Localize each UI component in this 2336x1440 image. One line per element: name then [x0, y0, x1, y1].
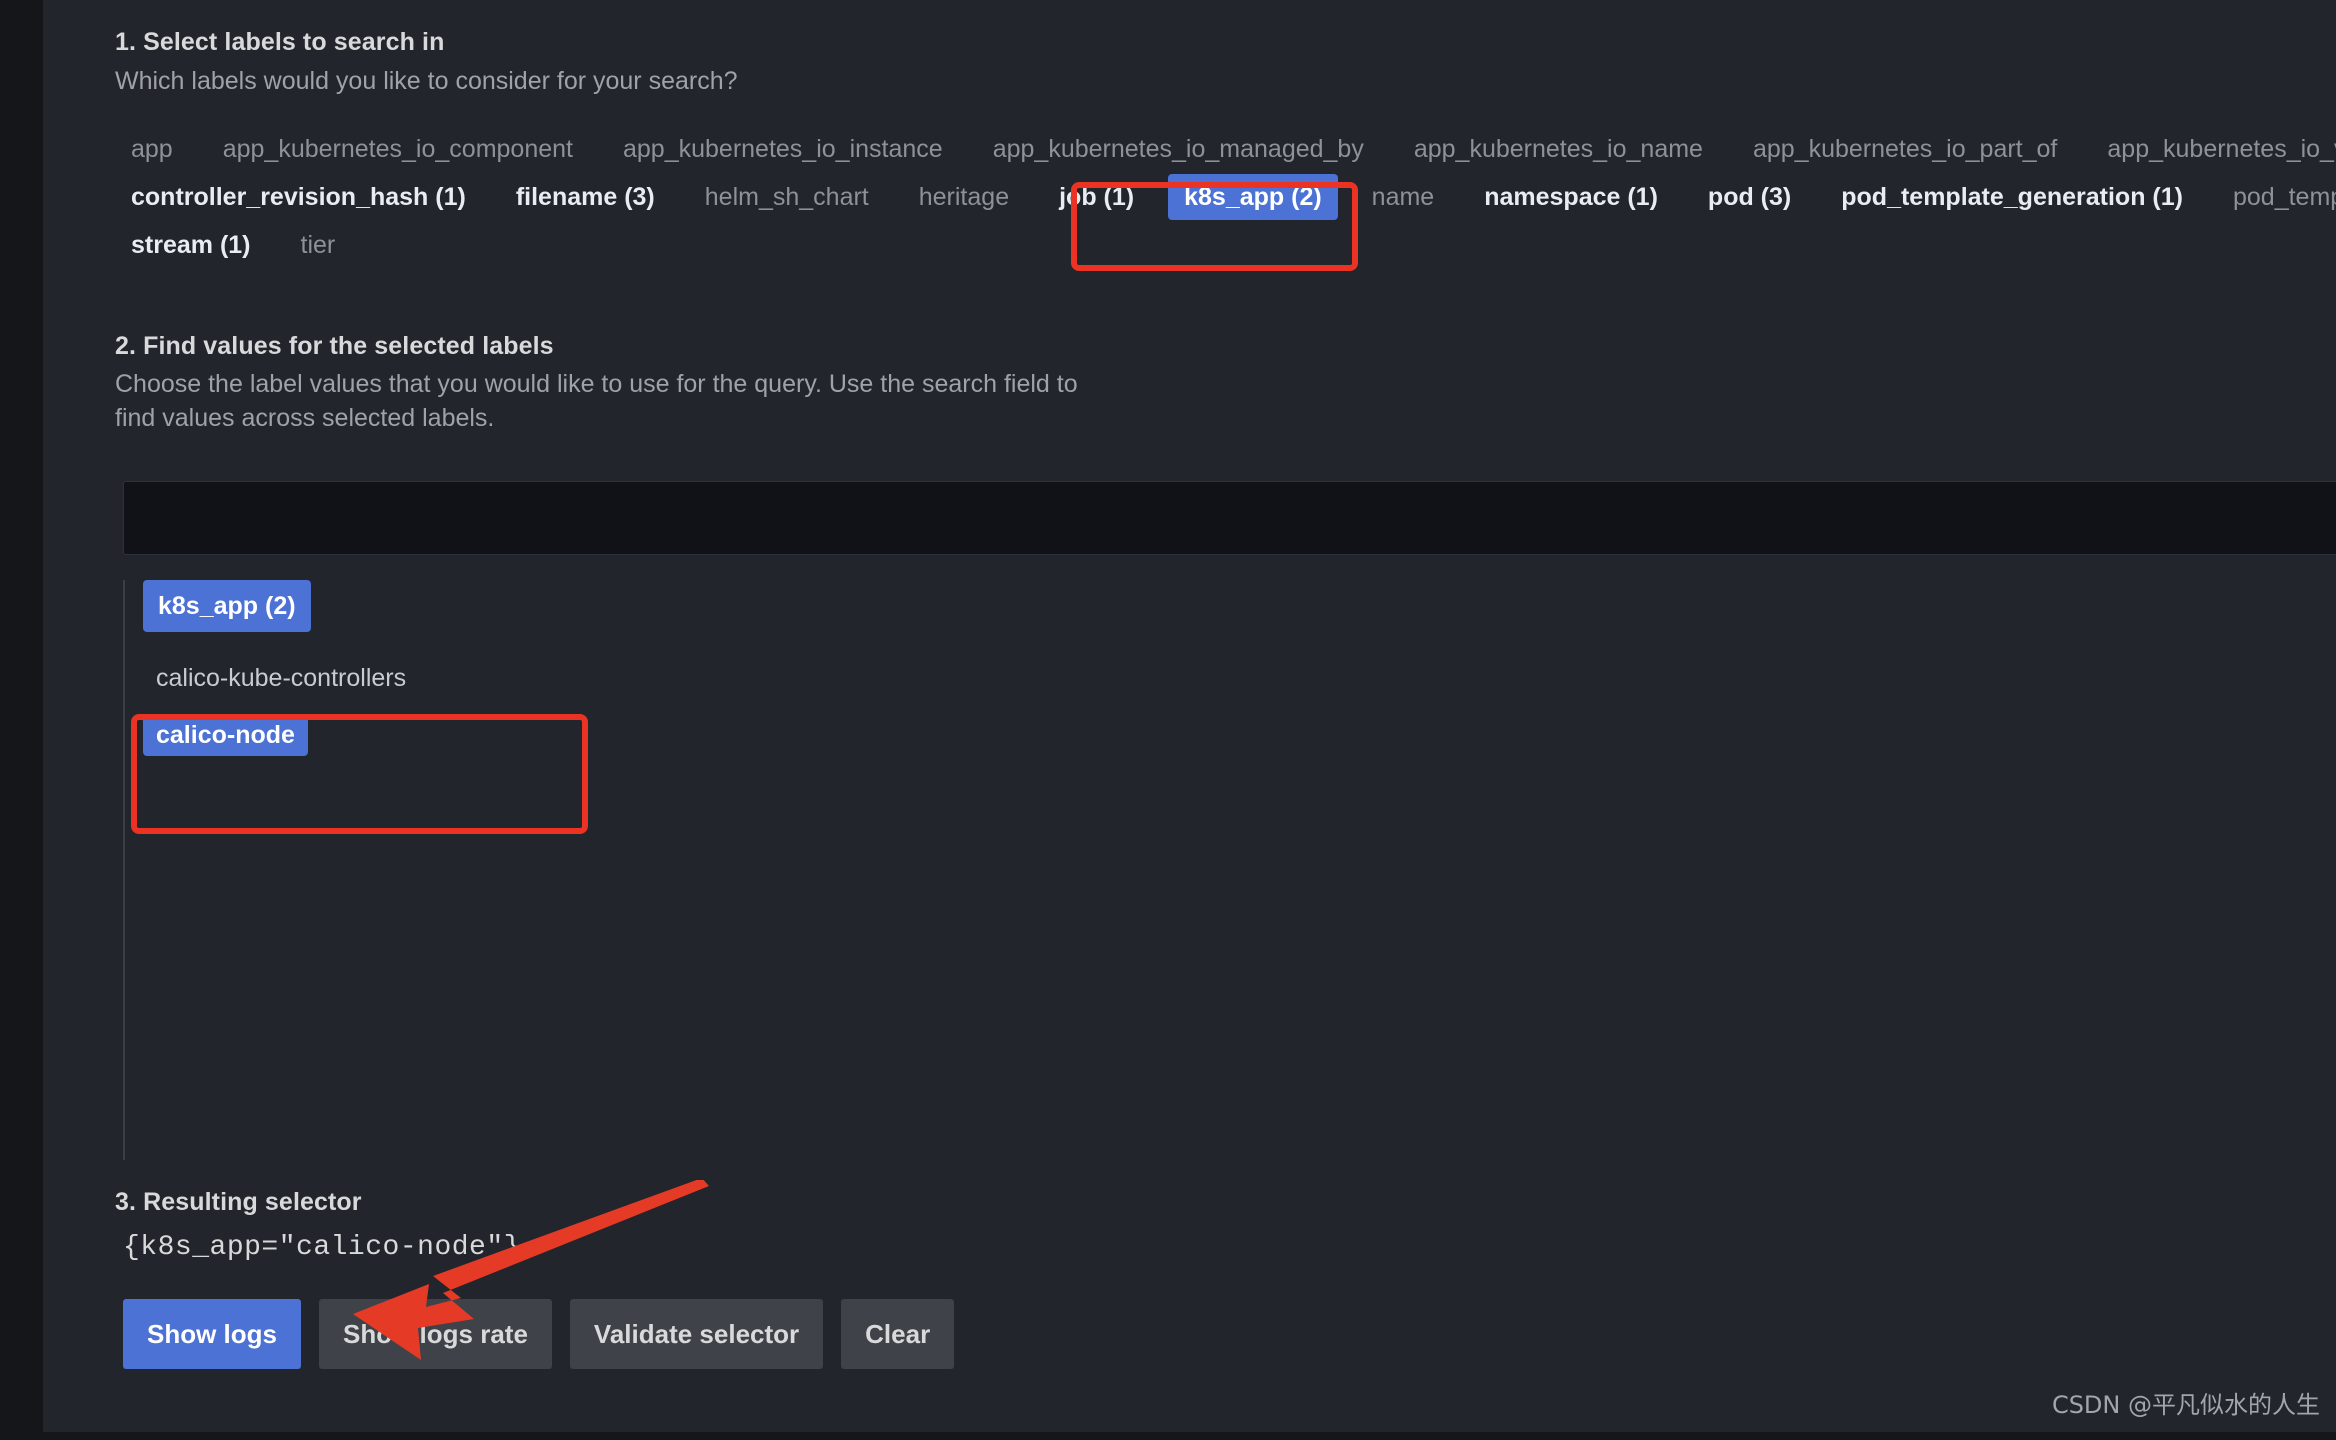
- label-chip[interactable]: job (1): [1043, 174, 1150, 220]
- step3-title: 3. Resulting selector: [115, 1188, 362, 1216]
- label-chip[interactable]: name: [1356, 174, 1451, 220]
- value-column: k8s_app (2) calico-kube-controllers calico…: [143, 580, 563, 772]
- label-chip[interactable]: helm_sh_chart: [689, 174, 885, 220]
- clear-button[interactable]: Clear: [841, 1299, 955, 1369]
- label-chip[interactable]: app: [115, 126, 189, 172]
- value-item[interactable]: calico-kube-controllers: [143, 658, 419, 699]
- label-chip[interactable]: stream (1): [115, 222, 267, 268]
- application-root: 1. Select labels to search in Which labe…: [0, 0, 2336, 1440]
- label-chip[interactable]: app_kubernetes_io_component: [207, 126, 589, 172]
- step2-subtitle-line1: Choose the label values that you would l…: [115, 370, 1078, 398]
- step1-subtitle: Which labels would you like to consider …: [115, 67, 738, 95]
- label-chip[interactable]: app_kubernetes_io_name: [1398, 126, 1719, 172]
- label-chip[interactable]: tier: [285, 222, 352, 268]
- label-chip[interactable]: app_kubernetes_io_instance: [607, 126, 959, 172]
- label-chip[interactable]: pod (3): [1692, 174, 1807, 220]
- show-logs-rate-button[interactable]: Show logs rate: [319, 1299, 552, 1369]
- value-column-header[interactable]: k8s_app (2): [143, 580, 311, 632]
- label-chip[interactable]: pod_template_hash: [2217, 174, 2336, 220]
- label-chip-row-2: controller_revision_hash (1) filename (3)…: [115, 173, 2336, 221]
- label-chip-row-1: app app_kubernetes_io_component app_kubern…: [115, 125, 2336, 173]
- value-list: calico-kube-controllers calico-node: [143, 658, 563, 772]
- value-item[interactable]: calico-node: [143, 715, 308, 756]
- show-logs-button[interactable]: Show logs: [123, 1299, 301, 1369]
- label-chip[interactable]: filename (3): [500, 174, 671, 220]
- step1-title: 1. Select labels to search in: [115, 28, 445, 56]
- label-chip[interactable]: namespace (1): [1468, 174, 1674, 220]
- label-chip[interactable]: app_kubernetes_io_version: [2091, 126, 2336, 172]
- value-search-input[interactable]: [123, 481, 2336, 555]
- label-chip[interactable]: app_kubernetes_io_managed_by: [977, 126, 1380, 172]
- resulting-selector-text: {k8s_app="calico-node"}: [123, 1232, 521, 1263]
- values-divider: [123, 580, 125, 1160]
- step2-subtitle-line2: find values across selected labels.: [115, 404, 495, 432]
- label-chip[interactable]: app_kubernetes_io_part_of: [1737, 126, 2073, 172]
- label-chip-list: app app_kubernetes_io_component app_kubern…: [115, 125, 2336, 269]
- label-chip[interactable]: controller_revision_hash (1): [115, 174, 482, 220]
- log-browser-panel: 1. Select labels to search in Which labe…: [43, 0, 2336, 1432]
- label-chip[interactable]: pod_template_generation (1): [1825, 174, 2199, 220]
- step2-title: 2. Find values for the selected labels: [115, 332, 554, 360]
- label-chip-row-3: stream (1) tier: [115, 221, 2336, 269]
- watermark-text: CSDN @平凡似水的人生: [2051, 1391, 2320, 1419]
- validate-selector-button[interactable]: Validate selector: [569, 1299, 824, 1369]
- label-chip[interactable]: heritage: [903, 174, 1025, 220]
- label-values-area: k8s_app (2) calico-kube-controllers calico…: [123, 580, 2336, 1160]
- action-button-row: Show logs Show logs rate Validate selector…: [123, 1299, 955, 1369]
- label-chip[interactable]: k8s_app (2): [1168, 174, 1338, 220]
